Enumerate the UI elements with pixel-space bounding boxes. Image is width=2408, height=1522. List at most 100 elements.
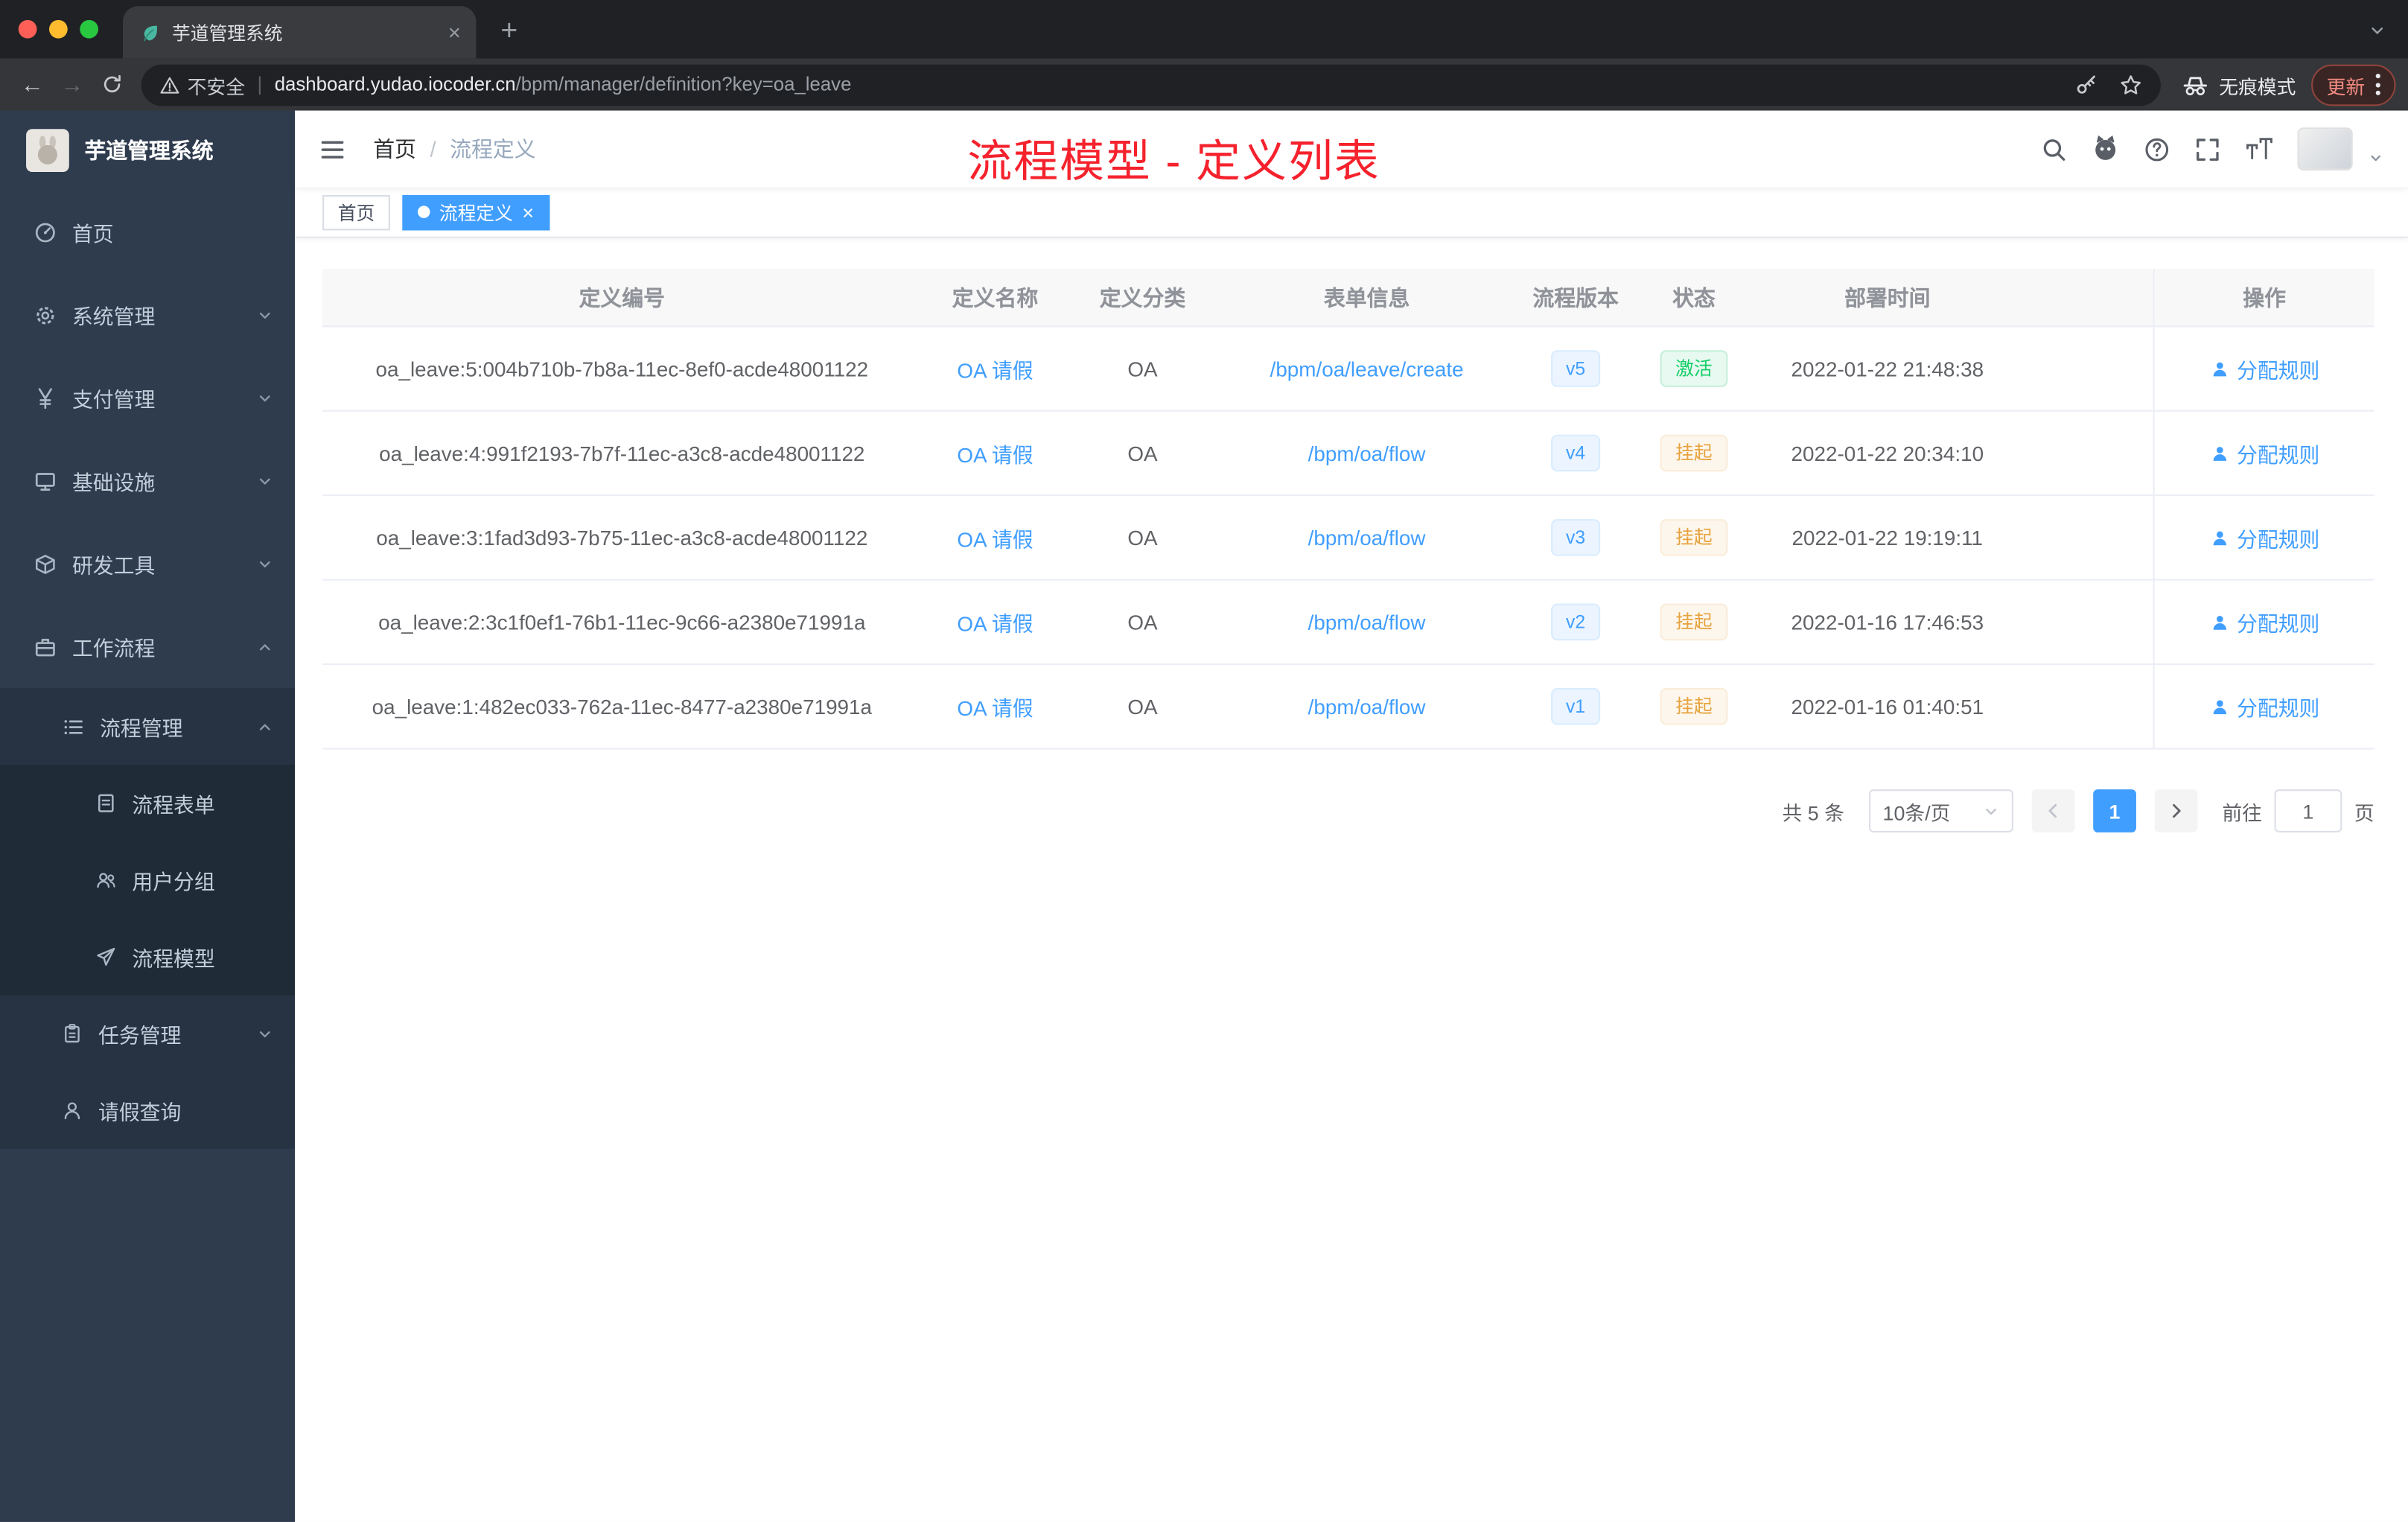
definition-name-link[interactable]: OA 请假 — [957, 607, 1033, 637]
cell-version: v1 — [1517, 665, 1634, 748]
cell-actions: 分配规则 — [2153, 411, 2374, 495]
tag-home[interactable]: 首页 — [322, 194, 390, 230]
sidebar-item-label: 请假查询 — [98, 1101, 182, 1124]
assign-rule-button[interactable]: 分配规则 — [2209, 353, 2319, 383]
tab-search-chevron-icon[interactable] — [2368, 20, 2386, 48]
prev-page-button[interactable] — [2031, 789, 2075, 832]
tab-close-icon[interactable]: × — [448, 22, 461, 43]
new-tab-button[interactable]: + — [500, 16, 517, 49]
avatar[interactable] — [2297, 127, 2353, 171]
sidebar-item-leave-query[interactable]: 请假查询 — [0, 1072, 295, 1149]
logo-avatar — [26, 129, 69, 172]
page-size-value: 10条/页 — [1882, 800, 1951, 824]
forward-button[interactable]: → — [52, 65, 92, 105]
definition-name-link[interactable]: OA 请假 — [957, 691, 1033, 722]
users-icon — [95, 869, 117, 891]
sidebar-item-process-model[interactable]: 流程模型 — [0, 918, 295, 996]
sidebar-item-label: 支付管理 — [71, 388, 156, 412]
col-definition-name: 定义名称 — [952, 284, 1039, 310]
avatar-caret-icon[interactable] — [2368, 146, 2383, 173]
help-icon[interactable] — [2144, 136, 2170, 162]
next-page-button[interactable] — [2154, 789, 2198, 832]
dashboard-icon — [34, 220, 57, 243]
fullscreen-icon[interactable] — [2194, 136, 2220, 162]
incognito-icon — [2183, 76, 2207, 95]
breadcrumb-home[interactable]: 首页 — [373, 133, 416, 164]
password-key-icon[interactable] — [2074, 73, 2098, 96]
cell-definition-name: OA 请假 — [922, 665, 1069, 748]
app-navbar: 首页 / 流程定义 流程模型 - 定义列表 — [295, 110, 2408, 188]
page-unit-label: 页 — [2354, 800, 2374, 824]
cell-actions: 分配规则 — [2153, 327, 2374, 410]
tag-process-definition[interactable]: 流程定义 × — [402, 194, 550, 230]
active-dot — [418, 206, 430, 218]
form-link[interactable]: /bpm/oa/leave/create — [1270, 357, 1464, 380]
cell-actions: 分配规则 — [2153, 580, 2374, 663]
address-bar[interactable]: 不安全 | dashboard.yudao.iocoder.cn/bpm/man… — [141, 63, 2161, 106]
browser-menu-icon[interactable] — [2375, 74, 2380, 95]
pagination-jumper: 前往 页 — [2222, 789, 2374, 832]
cell-actions: 分配规则 — [2153, 665, 2374, 748]
col-definition-id: 定义编号 — [579, 284, 666, 310]
url-separator: | — [257, 74, 263, 95]
assign-rule-label: 分配规则 — [2237, 612, 2320, 636]
security-warning[interactable]: 不安全 — [160, 70, 245, 99]
reload-button[interactable] — [92, 65, 133, 105]
definition-name-link[interactable]: OA 请假 — [957, 353, 1033, 383]
assign-rule-button[interactable]: 分配规则 — [2209, 522, 2319, 553]
cell-definition-id: oa_leave:5:004b710b-7b8a-11ec-8ef0-acde4… — [375, 357, 869, 380]
form-link[interactable]: /bpm/oa/flow — [1308, 442, 1426, 465]
status-badge: 挂起 — [1660, 688, 1728, 725]
navbar-actions — [2041, 124, 2383, 173]
col-deploy-time: 部署时间 — [1844, 284, 1931, 310]
goto-page-input[interactable] — [2274, 789, 2342, 832]
sidebar-item-task-mgmt[interactable]: 任务管理 — [0, 995, 295, 1072]
definition-name-link[interactable]: OA 请假 — [957, 438, 1033, 468]
cell-definition-name: OA 请假 — [922, 412, 1069, 494]
window-controls — [0, 19, 123, 39]
window-minimize-button[interactable] — [49, 19, 68, 39]
sidebar-item-process-mgmt[interactable]: 流程管理 — [0, 688, 295, 765]
window-close-button[interactable] — [18, 19, 37, 39]
col-status: 状态 — [1672, 284, 1716, 310]
browser-tab[interactable]: 芋道管理系统 × — [123, 6, 477, 59]
cell-definition-id: oa_leave:1:482ec033-762a-11ec-8477-a2380… — [372, 695, 873, 719]
back-button[interactable]: ← — [13, 65, 53, 105]
window-zoom-button[interactable] — [80, 19, 98, 39]
font-size-icon[interactable] — [2245, 137, 2272, 162]
search-icon[interactable] — [2041, 136, 2067, 162]
sidebar-item-user-group[interactable]: 用户分组 — [0, 841, 295, 919]
cell-status: 挂起 — [1634, 412, 1754, 494]
form-link[interactable]: /bpm/oa/flow — [1308, 695, 1426, 718]
sidebar-item-home[interactable]: 首页 — [0, 191, 295, 273]
tag-close-icon[interactable]: × — [522, 202, 534, 222]
sidebar-item-workflow[interactable]: 工作流程 — [0, 605, 295, 688]
sidebar-item-infra[interactable]: 基础设施 — [0, 439, 295, 522]
browser-update-chip[interactable]: 更新 — [2311, 63, 2396, 106]
bookmark-star-icon[interactable] — [2119, 73, 2142, 96]
github-icon[interactable] — [2092, 135, 2119, 163]
tag-label: 首页 — [337, 202, 375, 224]
assign-rule-button[interactable]: 分配规则 — [2209, 607, 2320, 637]
chevron-down-icon — [256, 1025, 273, 1042]
form-link[interactable]: /bpm/oa/flow — [1308, 611, 1426, 634]
version-tag: v5 — [1550, 350, 1601, 387]
app-logo[interactable]: 芋道管理系统 — [0, 111, 295, 191]
page-size-select[interactable]: 10条/页 — [1868, 789, 2013, 832]
cell-category: OA — [1127, 526, 1158, 550]
sidebar-item-label: 研发工具 — [71, 554, 156, 578]
assign-rule-button[interactable]: 分配规则 — [2209, 691, 2319, 722]
col-spacer — [2021, 269, 2153, 325]
assign-rule-button[interactable]: 分配规则 — [2209, 438, 2319, 468]
user-icon — [2212, 446, 2226, 460]
sidebar-collapse-icon[interactable] — [319, 136, 345, 162]
definition-name-link[interactable]: OA 请假 — [957, 522, 1033, 553]
page-number-button[interactable]: 1 — [2093, 789, 2136, 832]
form-link[interactable]: /bpm/oa/flow — [1308, 526, 1426, 549]
sidebar-item-system[interactable]: 系统管理 — [0, 273, 295, 356]
breadcrumb-current: 流程定义 — [450, 136, 536, 162]
sidebar-item-devtools[interactable]: 研发工具 — [0, 522, 295, 605]
sidebar-item-process-form[interactable]: 流程表单 — [0, 765, 295, 842]
sidebar-item-label: 工作流程 — [71, 637, 156, 660]
sidebar-item-payment[interactable]: 支付管理 — [0, 357, 295, 439]
